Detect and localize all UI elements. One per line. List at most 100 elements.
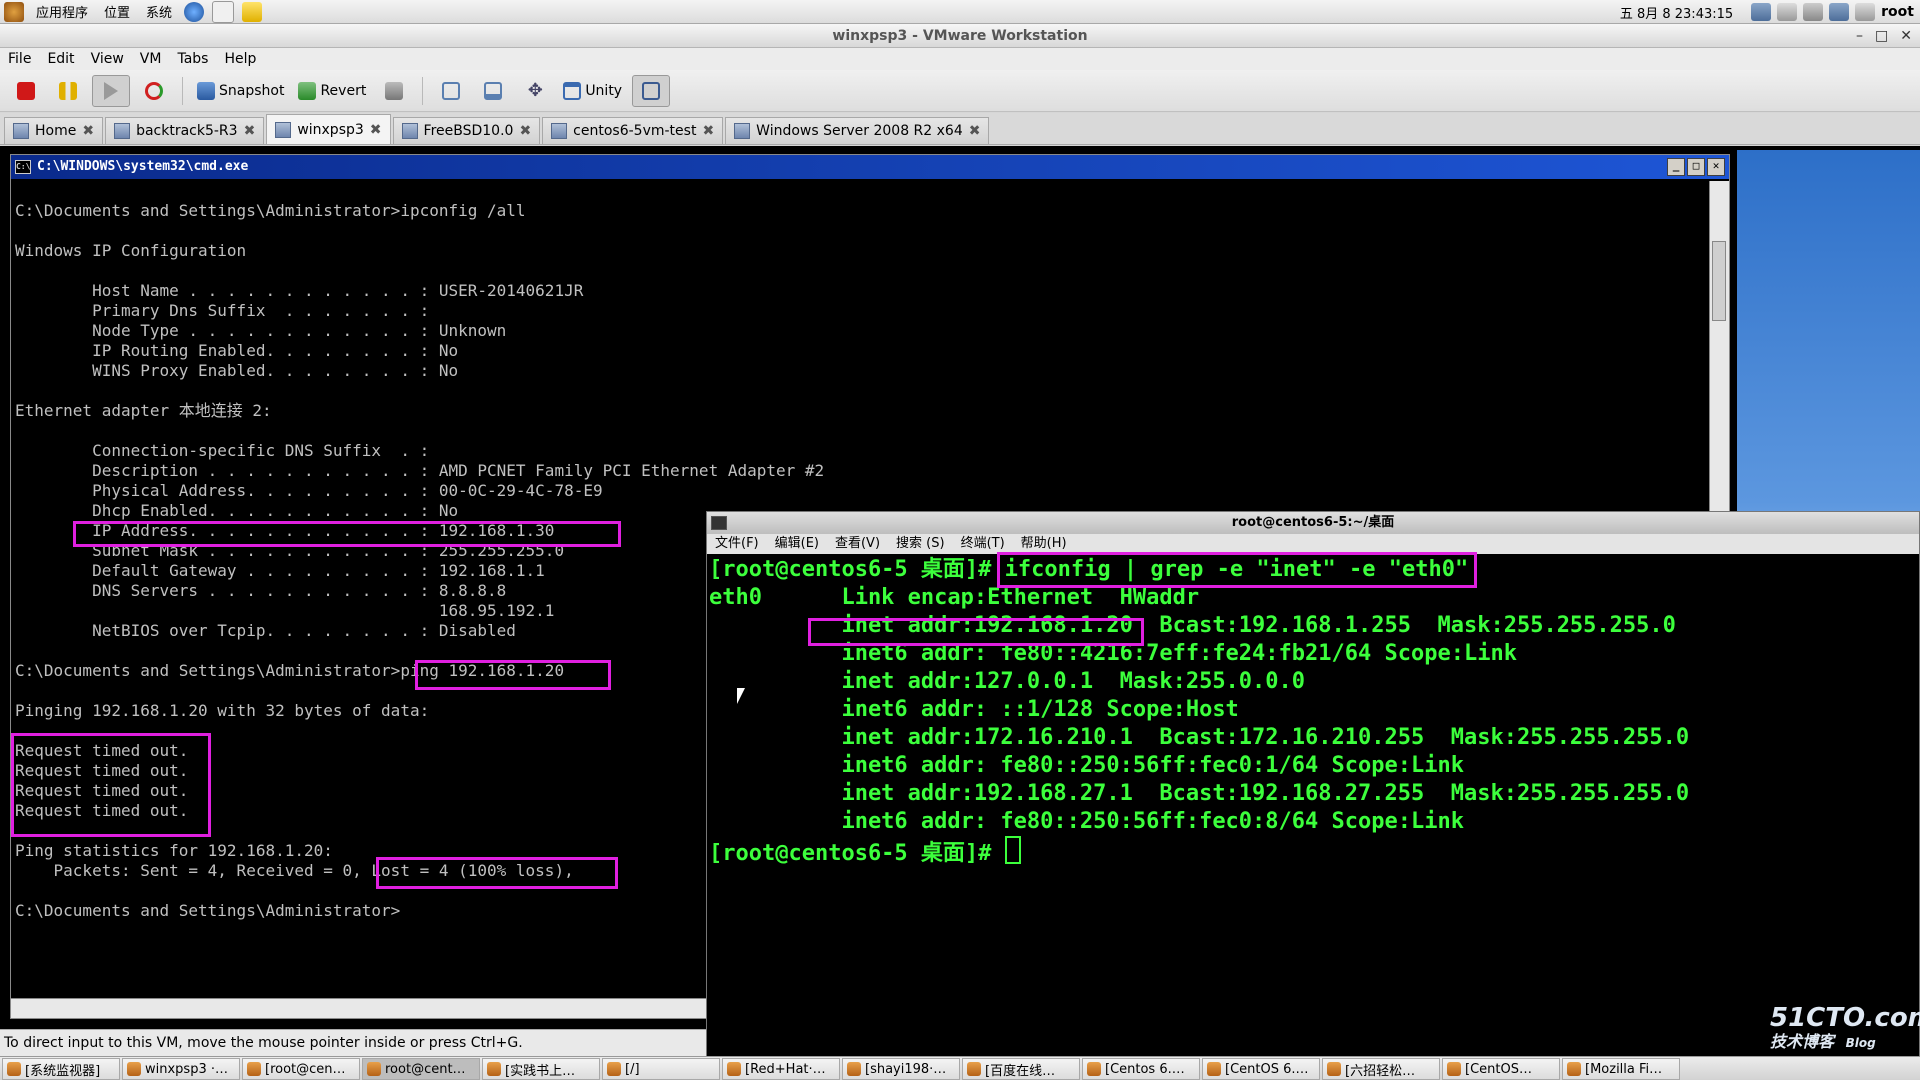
tab-windows-server-2008[interactable]: Windows Server 2008 R2 x64 ✖ [725, 117, 990, 144]
tab-home[interactable]: Home ✖ [4, 117, 104, 144]
power-on-button[interactable] [92, 74, 130, 107]
cmd-title: C:\WINDOWS\system32\cmd.exe [37, 159, 249, 174]
taskbar-item[interactable]: [实践书上… [482, 1058, 600, 1080]
terminal-line: inet6 addr: ::1/128 Scope:Host [709, 697, 1239, 722]
taskbar-item-label: [/] [625, 1061, 640, 1077]
cmd-line [15, 221, 1705, 241]
close-icon[interactable]: ✖ [519, 123, 531, 139]
minimize-icon[interactable]: – [1856, 24, 1863, 48]
cmd-titlebar[interactable]: C:\ C:\WINDOWS\system32\cmd.exe _ □ ✕ [11, 155, 1729, 179]
taskbar-item[interactable]: [Mozilla Fi… [1562, 1058, 1680, 1080]
menu-vm[interactable]: VM [132, 51, 170, 67]
terminal-menu-search[interactable]: 搜索 (S) [896, 534, 945, 554]
mail-launcher-icon[interactable] [212, 0, 235, 23]
close-icon[interactable]: ✖ [702, 123, 714, 139]
console-view-button[interactable] [632, 74, 671, 107]
network-tray-icon[interactable] [1751, 3, 1772, 21]
home-icon [13, 123, 29, 139]
show-sidebar-button[interactable] [433, 76, 469, 106]
close-icon[interactable]: ✖ [244, 123, 256, 139]
terminal-titlebar[interactable]: root@centos6-5:~/桌面 [707, 512, 1919, 534]
close-icon[interactable]: ✖ [82, 123, 94, 139]
full-screen-button[interactable]: ✥ [517, 76, 553, 106]
menu-help[interactable]: Help [216, 51, 264, 67]
tab-backtrack5-r3[interactable]: backtrack5-R3 ✖ [105, 117, 265, 144]
tab-centos6-5vm-test[interactable]: centos6-5vm-test ✖ [542, 117, 724, 144]
tab-freebsd10[interactable]: FreeBSD10.0 ✖ [392, 117, 541, 144]
reset-button[interactable] [136, 76, 172, 106]
taskbar-item[interactable]: winxpsp3 ·… [122, 1058, 240, 1080]
gnome-foot-icon[interactable] [4, 1, 24, 22]
close-icon[interactable]: ✖ [969, 123, 981, 139]
power-off-button[interactable] [8, 76, 44, 106]
display-tray-icon[interactable] [1829, 3, 1850, 21]
cmd-app-icon[interactable]: C:\ [15, 160, 31, 174]
close-icon[interactable]: ✖ [370, 122, 382, 138]
maximize-icon[interactable]: □ [1875, 24, 1888, 48]
volume-tray-icon[interactable] [1803, 3, 1824, 21]
cmd-horizontal-scrollbar[interactable] [11, 998, 711, 1018]
cmd-line: Node Type . . . . . . . . . . . . : Unkn… [15, 321, 507, 340]
taskbar-item[interactable]: [CentOS… [1442, 1058, 1560, 1080]
taskbar-item[interactable]: [百度在线… [962, 1058, 1080, 1080]
cmd-window-controls: _ □ ✕ [1667, 158, 1725, 176]
panel-menu-applications[interactable]: 应用程序 [28, 2, 96, 21]
panel-user[interactable]: root [1881, 4, 1914, 20]
panel-clock[interactable]: 五 8月 8 23:43:15 [1620, 3, 1733, 22]
taskbar-item[interactable]: [Centos 6.… [1082, 1058, 1200, 1080]
unity-button[interactable]: Unity [559, 76, 626, 106]
tab-winxpsp3[interactable]: winxpsp3 ✖ [266, 114, 391, 144]
taskbar-item[interactable]: [shayi198·… [842, 1058, 960, 1080]
window-icon [727, 1062, 741, 1076]
bottom-taskbar: [系统监视器] winxpsp3 ·… [root@cen… root@cent… [实… [0, 1056, 1920, 1080]
revert-button[interactable]: Revert [294, 76, 370, 106]
taskbar-item[interactable]: [系统监视器] [2, 1058, 120, 1080]
minimize-icon[interactable]: _ [1667, 158, 1685, 176]
terminal-line: inet addr:127.0.0.1 Mask:255.0.0.0 [709, 669, 1306, 694]
close-icon[interactable]: ✕ [1900, 24, 1912, 48]
taskbar-item-label: [系统监视器] [25, 1063, 101, 1079]
terminal-menu-help[interactable]: 帮助(H) [1021, 534, 1067, 554]
terminal-menu-edit[interactable]: 编辑(E) [775, 534, 819, 554]
menu-tabs[interactable]: Tabs [169, 51, 216, 67]
taskbar-item[interactable]: root@cent… [362, 1058, 480, 1080]
close-icon[interactable]: ✕ [1707, 158, 1725, 176]
taskbar-item[interactable]: [六招轻松… [1322, 1058, 1440, 1080]
unity-label: Unity [585, 82, 623, 99]
window-icon [967, 1062, 981, 1076]
printer-tray-icon[interactable] [1777, 3, 1798, 21]
terminal-window[interactable]: root@centos6-5:~/桌面 文件(F) 编辑(E) 查看(V) 搜索… [706, 511, 1920, 1058]
menu-file[interactable]: File [0, 51, 39, 67]
panel-menu-system[interactable]: 系统 [138, 2, 180, 21]
menu-view[interactable]: View [83, 51, 132, 67]
taskbar-item[interactable]: [/] [602, 1058, 720, 1080]
taskbar-item[interactable]: [root@cen… [242, 1058, 360, 1080]
window-icon [7, 1062, 21, 1076]
taskbar-item[interactable]: [Red+Hat·… [722, 1058, 840, 1080]
terminal-menu-terminal[interactable]: 终端(T) [961, 534, 1005, 554]
suspend-button[interactable] [50, 76, 86, 106]
show-thumbnail-bar-button[interactable] [475, 76, 511, 106]
highlight-ping-command [415, 660, 611, 690]
terminal-menu-file[interactable]: 文件(F) [715, 534, 759, 554]
window-icon [1087, 1062, 1101, 1076]
watermark-sub-row: 技术博客 Blog [1770, 1032, 1920, 1053]
taskbar-item[interactable]: [CentOS 6.… [1202, 1058, 1320, 1080]
terminal-menu-view[interactable]: 查看(V) [835, 534, 880, 554]
panel-menu-places[interactable]: 位置 [96, 2, 138, 21]
window-icon [1567, 1062, 1581, 1076]
vm-icon [551, 123, 568, 139]
watermark-sub: 技术博客 [1770, 1032, 1835, 1051]
snapshot-manager-button[interactable] [376, 76, 412, 106]
revert-label: Revert [320, 82, 367, 99]
notes-launcher-icon[interactable] [242, 1, 263, 22]
taskbar-item-label: [Red+Hat·… [745, 1061, 826, 1077]
update-tray-icon[interactable] [1855, 3, 1876, 21]
snapshot-button[interactable]: Snapshot [193, 76, 288, 106]
menu-edit[interactable]: Edit [39, 51, 82, 67]
scrollbar-thumb[interactable] [1712, 241, 1726, 321]
window-icon [1447, 1062, 1461, 1076]
terminal-prompt-line: [root@centos6-5 桌面]# [709, 836, 1909, 868]
browser-launcher-icon[interactable] [184, 1, 205, 22]
maximize-icon[interactable]: □ [1687, 158, 1705, 176]
